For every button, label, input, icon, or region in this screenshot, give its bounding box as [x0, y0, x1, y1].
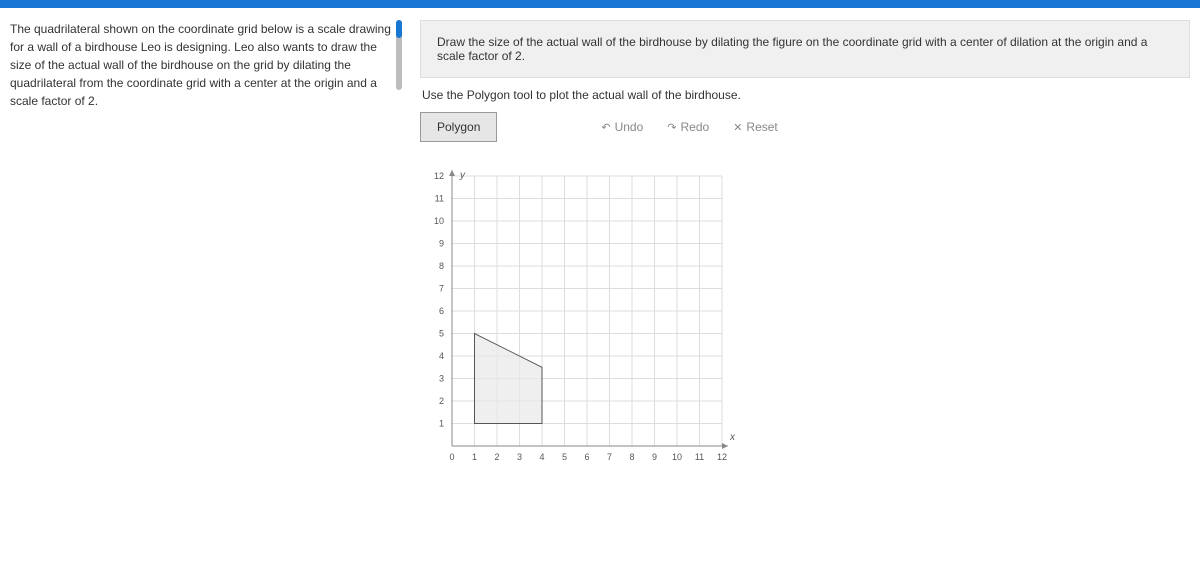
undo-button[interactable]: ↶ Undo: [601, 120, 643, 134]
svg-text:5: 5: [562, 452, 567, 462]
undo-label: Undo: [615, 120, 644, 134]
svg-text:0: 0: [449, 452, 454, 462]
svg-text:10: 10: [434, 216, 444, 226]
svg-text:8: 8: [629, 452, 634, 462]
svg-text:5: 5: [439, 329, 444, 339]
svg-text:x: x: [729, 432, 736, 443]
svg-text:9: 9: [652, 452, 657, 462]
svg-text:1: 1: [472, 452, 477, 462]
svg-text:10: 10: [672, 452, 682, 462]
svg-text:11: 11: [435, 194, 444, 204]
svg-text:12: 12: [717, 452, 727, 462]
redo-button[interactable]: ↷ Redo: [667, 120, 709, 134]
reset-icon: ✕: [733, 121, 742, 134]
svg-text:11: 11: [695, 452, 704, 462]
svg-text:6: 6: [584, 452, 589, 462]
svg-text:8: 8: [439, 261, 444, 271]
grid-svg: 0123456789101112123456789101112xy: [422, 156, 742, 466]
polygon-button[interactable]: Polygon: [420, 112, 497, 142]
svg-text:4: 4: [539, 452, 544, 462]
reset-label: Reset: [746, 120, 777, 134]
instruction-box: Draw the size of the actual wall of the …: [420, 20, 1190, 78]
svg-text:2: 2: [494, 452, 499, 462]
reset-button[interactable]: ✕ Reset: [733, 120, 778, 134]
undo-icon: ↶: [601, 121, 610, 134]
main-content: The quadrilateral shown on the coordinat…: [0, 8, 1200, 466]
scrollbar-indicator[interactable]: [396, 20, 402, 90]
right-panel: Draw the size of the actual wall of the …: [420, 20, 1190, 466]
redo-label: Redo: [681, 120, 710, 134]
svg-text:y: y: [459, 170, 466, 181]
svg-text:9: 9: [439, 239, 444, 249]
svg-text:7: 7: [439, 284, 444, 294]
grid-toolbar: Polygon ↶ Undo ↷ Redo ✕ Reset: [420, 112, 1190, 142]
svg-text:3: 3: [517, 452, 522, 462]
svg-text:1: 1: [439, 419, 444, 429]
svg-text:12: 12: [434, 171, 444, 181]
redo-icon: ↷: [667, 121, 676, 134]
problem-text: The quadrilateral shown on the coordinat…: [10, 20, 402, 110]
sub-instruction: Use the Polygon tool to plot the actual …: [420, 88, 1190, 102]
svg-text:2: 2: [439, 396, 444, 406]
left-panel: The quadrilateral shown on the coordinat…: [10, 20, 402, 466]
svg-text:6: 6: [439, 306, 444, 316]
app-top-bar: [0, 0, 1200, 8]
svg-text:4: 4: [439, 351, 444, 361]
svg-text:3: 3: [439, 374, 444, 384]
svg-text:7: 7: [607, 452, 612, 462]
coordinate-grid[interactable]: 0123456789101112123456789101112xy: [422, 156, 742, 466]
